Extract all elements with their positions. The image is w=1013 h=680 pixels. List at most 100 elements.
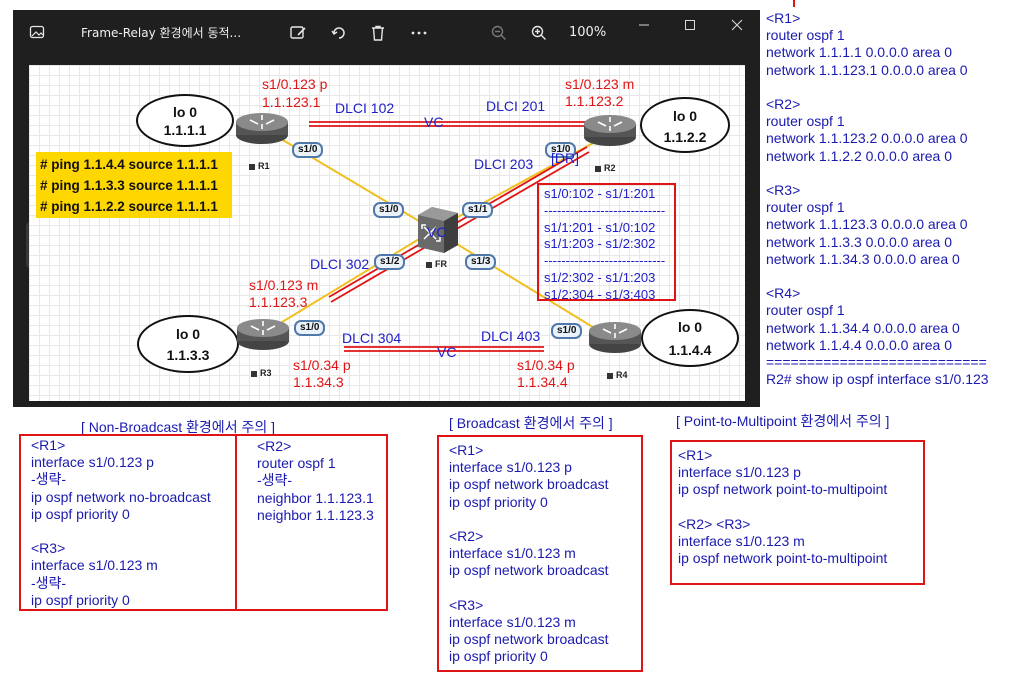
config-line: -생략-: [31, 471, 67, 488]
config-line: <R2> <R3>: [678, 515, 751, 532]
fr-s1-0-tag: s1/0: [373, 202, 405, 218]
config-line: interface s1/0.123 m: [449, 614, 576, 630]
config-line: <R2>: [257, 438, 292, 454]
r2-subif-label: s1/0.123 m: [565, 76, 635, 92]
dlci-mapping-box: s1/0:102 - s1/1:201 --------------------…: [537, 183, 676, 302]
delete-icon: [372, 25, 384, 41]
maximize-button[interactable]: [679, 14, 701, 36]
router-r4-label: R4: [607, 370, 628, 380]
config-line: ip ospf network broadcast: [449, 631, 609, 648]
ospf-config-text: <R1> router ospf 1 network 1.1.1.1 0.0.0…: [766, 10, 1011, 388]
zoom-in-icon: [531, 25, 546, 40]
dr-label: [DR]: [551, 150, 579, 166]
loopback-r3: lo 0 1.1.3.3: [137, 315, 239, 373]
delete-button[interactable]: [367, 22, 389, 44]
config-line: <R1>: [766, 10, 801, 26]
config-line: ip ospf priority 0: [449, 493, 548, 510]
zoom-in-button[interactable]: [528, 22, 550, 44]
mapping-line: ----------------------------: [544, 253, 666, 269]
config-line: network 1.1.123.2 0.0.0.0 area 0: [766, 130, 968, 147]
config-line: network 1.1.123.1 0.0.0.0 area 0: [766, 61, 968, 78]
mapping-line: s1/1:201 - s1/0:102: [544, 219, 656, 235]
viewer-title: Frame-Relay 환경에서 동적...: [81, 26, 242, 40]
minimize-icon: [639, 24, 649, 26]
config-line: [31, 523, 211, 540]
config-line: <R1>: [678, 447, 713, 463]
rotate-button[interactable]: [328, 22, 350, 44]
ping-commands-box: # ping 1.1.4.4 source 1.1.1.1 # ping 1.1…: [36, 152, 232, 218]
broadcast-box: <R1> interface s1/0.123 p ip ospf networ…: [437, 435, 643, 672]
config-line: ===========================: [766, 354, 987, 371]
mapping-line: s1/0:102 - s1/1:201: [544, 186, 656, 201]
dlci-403-label: DLCI 403: [481, 328, 541, 344]
config-line: <R3>: [449, 596, 484, 613]
mapping-line: s1/2:302 - s1/1:203: [544, 269, 656, 285]
viewer-title-bar: Frame-Relay 환경에서 동적... 100%: [13, 10, 760, 56]
router-r3-icon: [237, 319, 289, 350]
ping-line: # ping 1.1.4.4 source 1.1.1.1: [40, 157, 218, 172]
router-r1-icon: [236, 113, 288, 144]
fr-s1-1-tag: s1/1: [462, 202, 494, 218]
config-line: <R1>: [31, 437, 66, 453]
edit-image-icon: [290, 26, 306, 39]
p2mp-box: <R1> interface s1/0.123 p ip ospf networ…: [670, 440, 925, 585]
r3-ip34-label: 1.1.34.3: [293, 374, 344, 390]
dlci-201-label: DLCI 201: [486, 98, 546, 114]
config-line: network 1.1.3.3 0.0.0.0 area 0: [766, 233, 953, 250]
vc-bottom-label: VC: [437, 344, 457, 360]
config-line: R2# show ip ospf interface s1/0.123: [766, 371, 989, 388]
ping-line: # ping 1.1.2.2 source 1.1.1.1: [40, 199, 218, 214]
config-line: [449, 580, 609, 597]
config-line: router ospf 1: [257, 455, 336, 472]
r2-ip-label: 1.1.123.2: [565, 93, 624, 109]
config-line: neighbor 1.1.123.1: [257, 489, 374, 506]
config-line: ip ospf priority 0: [31, 591, 130, 608]
loopback-r1: lo 0 1.1.1.1: [136, 94, 234, 147]
maximize-icon: [685, 20, 695, 30]
config-line: router ospf 1: [766, 199, 845, 216]
config-line: network 1.1.4.4 0.0.0.0 area 0: [766, 336, 953, 353]
config-line: <R2>: [766, 96, 801, 112]
photo-viewer-window: Frame-Relay 환경에서 동적... 100% lo 0 1.1.1.1…: [13, 10, 760, 407]
vc-center-label: VC: [427, 224, 447, 240]
config-line: ip ospf network point-to-multipoint: [678, 481, 888, 498]
config-line: network 1.1.34.3 0.0.0.0 area 0: [766, 250, 960, 267]
non-broadcast-r1-r3-box: <R1> interface s1/0.123 p -생략- ip ospf n…: [19, 434, 237, 611]
config-line: ip ospf network point-to-multipoint: [678, 550, 888, 567]
dlci-304-label: DLCI 304: [342, 330, 402, 346]
config-line: network 1.1.2.2 0.0.0.0 area 0: [766, 147, 953, 164]
edit-image-button[interactable]: [287, 22, 309, 44]
fr-s1-2-tag: s1/2: [374, 254, 406, 270]
config-line: interface s1/0.123 m: [31, 557, 158, 574]
r1-ip-label: 1.1.123.1: [262, 94, 321, 110]
config-line: <R1>: [449, 442, 484, 458]
config-line: [766, 165, 1011, 182]
config-line: [449, 511, 609, 528]
zoom-out-icon: [491, 25, 506, 40]
mapping-line: s1/1:203 - s1/2:302: [544, 236, 656, 252]
router-r3-label: R3: [251, 368, 272, 378]
more-icon: [411, 31, 427, 35]
router-r2-label: R2: [595, 163, 616, 173]
loopback-r2: lo 0 1.1.2.2: [640, 97, 730, 153]
more-button[interactable]: [408, 22, 430, 44]
config-line: network 1.1.1.1 0.0.0.0 area 0: [766, 44, 953, 61]
r4-interface-tag: s1/0: [551, 323, 583, 339]
zoom-out-button[interactable]: [488, 22, 510, 44]
minimize-button[interactable]: [633, 14, 655, 36]
dlci-203-label: DLCI 203: [474, 156, 534, 172]
config-line: [766, 79, 1011, 96]
router-r1-label: R1: [249, 161, 270, 171]
config-line: ip ospf network broadcast: [449, 562, 609, 579]
config-line: <R2>: [449, 528, 484, 544]
p2mp-title: [ Point-to-Multipoint 환경에서 주의 ]: [676, 413, 890, 429]
close-button[interactable]: [726, 14, 748, 36]
router-r4-icon: [589, 322, 641, 353]
config-line: ip ospf priority 0: [31, 505, 130, 522]
mapping-line: s1/2:304 - s1/3:403: [544, 286, 656, 302]
r3-subif-label: s1/0.123 m: [249, 277, 319, 293]
zoom-level[interactable]: 100%: [569, 25, 606, 40]
frame-relay-switch-label: FR: [426, 259, 447, 269]
r3-interface-tag: s1/0: [294, 320, 326, 336]
r3-ip-label: 1.1.123.3: [249, 294, 308, 310]
